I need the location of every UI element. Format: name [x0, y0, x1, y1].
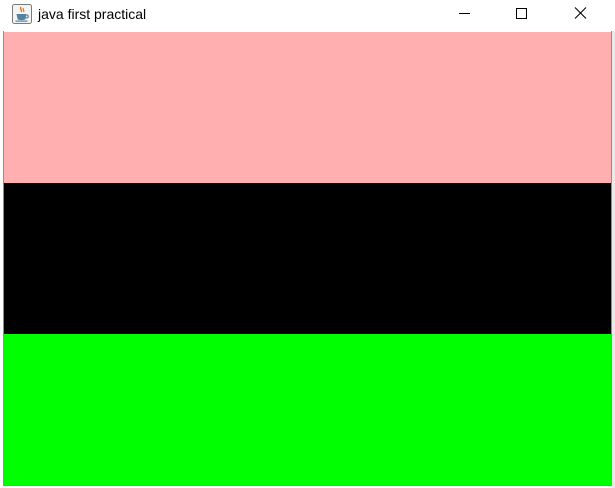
maximize-button[interactable] — [499, 0, 545, 28]
app-window: java first practical — [0, 0, 615, 488]
top-panel — [4, 32, 611, 183]
content-pane — [4, 32, 611, 485]
close-button[interactable] — [558, 0, 604, 28]
java-coffee-cup-icon[interactable] — [12, 4, 32, 24]
title-bar[interactable]: java first practical — [0, 0, 615, 31]
middle-panel — [4, 183, 611, 334]
minimize-icon — [459, 13, 470, 14]
bottom-panel — [4, 334, 611, 485]
window-title: java first practical — [38, 6, 147, 22]
window-border-bottom — [3, 485, 612, 486]
window-border-left — [3, 31, 4, 486]
maximize-icon — [516, 8, 527, 19]
close-icon — [574, 7, 587, 19]
minimize-button[interactable] — [441, 0, 487, 28]
